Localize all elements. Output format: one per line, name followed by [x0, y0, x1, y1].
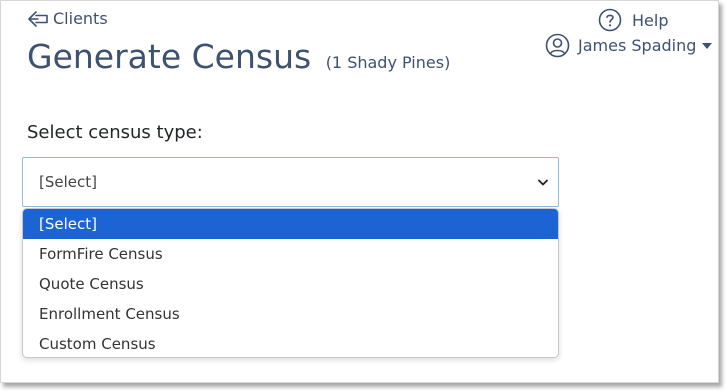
user-name: James Spading — [578, 36, 697, 55]
page-title: Generate Census (1 Shady Pines) — [27, 37, 450, 76]
page-frame: Clients Generate Census (1 Shady Pines) … — [0, 0, 719, 383]
back-to-clients-link[interactable]: Clients — [27, 9, 108, 28]
census-type-option[interactable]: Enrollment Census — [23, 299, 558, 329]
census-type-option[interactable]: Custom Census — [23, 329, 558, 357]
census-type-option[interactable]: [Select] — [23, 209, 558, 239]
census-type-label: Select census type: — [27, 122, 203, 143]
question-circle-icon — [598, 8, 622, 32]
census-type-select[interactable]: [Select] — [22, 157, 559, 207]
help-label: Help — [632, 10, 669, 30]
census-type-selected-value: [Select] — [39, 173, 97, 191]
census-type-dropdown: [Select] FormFire Census Quote Census En… — [22, 208, 559, 358]
help-link[interactable]: Help — [598, 8, 668, 32]
user-menu[interactable]: James Spading — [545, 33, 713, 58]
census-type-option[interactable]: Quote Census — [23, 269, 558, 299]
chevron-down-icon — [538, 179, 548, 185]
user-circle-icon — [545, 33, 570, 58]
arrow-left-icon — [28, 10, 48, 27]
page-subtitle: (1 Shady Pines) — [325, 53, 451, 72]
census-type-option[interactable]: FormFire Census — [23, 239, 558, 269]
caret-down-icon — [702, 42, 713, 49]
page-title-text: Generate Census — [27, 37, 312, 76]
back-link-label: Clients — [53, 9, 108, 28]
